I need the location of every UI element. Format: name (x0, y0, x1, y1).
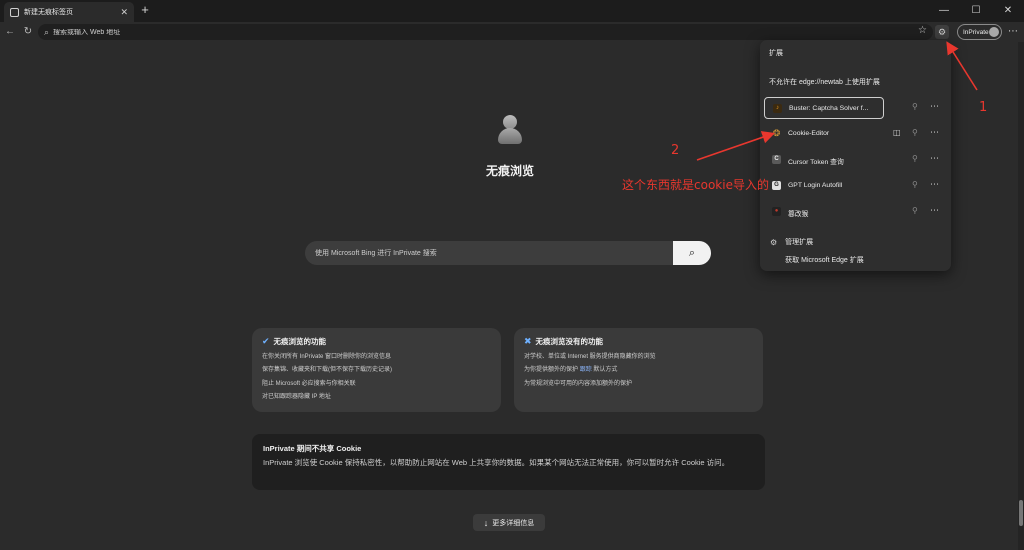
more-options-icon[interactable]: ⋯ (930, 101, 939, 112)
annotation-note: 这个东西就是cookie导入的 (622, 178, 769, 192)
extension-item-cursor-token[interactable]: C Cursor Token 查询 ⚲ ⋯ (764, 149, 947, 171)
extension-item-buster[interactable]: ♪ Buster: Captcha Solver f... (764, 97, 884, 119)
address-input[interactable] (53, 28, 854, 36)
bing-search-box[interactable] (305, 241, 711, 265)
page-title: 无痕浏览 (485, 164, 534, 178)
pin-icon[interactable]: ⚲ (912, 154, 918, 163)
extensions-panel: 扩展 不允许在 edge://newtab 上使用扩展 ♪ Buster: Ca… (760, 40, 951, 271)
sidebar-icon[interactable]: ◫ (893, 128, 901, 137)
tab-strip: 新建无痕标签页 ✕ + — ☐ ✕ (0, 0, 1024, 22)
annotation-label-2: 2 (671, 143, 680, 158)
more-info-button[interactable]: ↓ 更多详细信息 (473, 514, 545, 531)
tracking-link[interactable]: 跟踪 (580, 367, 592, 373)
checkmark-icon: ✔ (262, 336, 270, 346)
tampermonkey-icon: ● (772, 207, 781, 216)
extensions-puzzle-button[interactable]: ⚙ (935, 25, 949, 39)
tab-title: 新建无痕标签页 (24, 9, 73, 16)
search-icon: ⌕ (688, 247, 696, 259)
card-line: 阻止 Microsoft 必应搜索与你相关联 (262, 380, 356, 387)
maximize-button[interactable]: ☐ (960, 0, 992, 22)
page-scrollbar[interactable] (1018, 42, 1024, 550)
extension-name: 篡改猴 (788, 211, 809, 218)
search-icon: ⌕ (44, 26, 50, 37)
inprivate-does-card: ✔ 无痕浏览的功能 在你关闭所有 InPrivate 窗口时删除你的浏览信息 保存… (252, 328, 501, 412)
navigation-toolbar: ← ↻ ⌕ ☆ ⚙ InPrivate ⋯ (0, 22, 1024, 42)
close-window-button[interactable]: ✕ (992, 0, 1024, 22)
inprivate-tab-icon (10, 7, 19, 17)
extensions-notice: 不允许在 edge://newtab 上使用扩展 (769, 79, 880, 86)
inprivate-profile-button[interactable]: InPrivate (957, 24, 1002, 40)
pin-icon[interactable]: ⚲ (912, 128, 918, 137)
card-line: 在你关闭所有 InPrivate 窗口时删除你的浏览信息 (262, 354, 392, 360)
search-button[interactable]: ⌕ (673, 241, 711, 265)
manage-extensions-link[interactable]: ⚙ 管理扩展 (770, 237, 813, 247)
arrow-down-icon: ↓ (483, 517, 489, 528)
pin-icon[interactable]: ⚲ (912, 206, 918, 215)
extension-item-gpt-login[interactable]: G GPT Login Autofill ⚲ ⋯ (764, 175, 947, 197)
inprivate-label: InPrivate (963, 28, 989, 36)
manage-extensions-label: 管理扩展 (785, 239, 814, 246)
refresh-button[interactable]: ↻ (21, 25, 35, 39)
x-mark-icon: ✖ (524, 336, 532, 346)
get-extensions-link[interactable]: ⚙ 获取 Microsoft Edge 扩展 (770, 255, 864, 265)
get-extensions-label: 获取 Microsoft Edge 扩展 (785, 257, 864, 264)
extension-item-cookie-editor[interactable]: ❂ Cookie-Editor ◫ ⚲ ⋯ (764, 123, 947, 145)
back-button[interactable]: ← (3, 25, 17, 39)
card-line: 为常规浏览中可用的内容添加额外的保护 (524, 380, 633, 387)
close-tab-icon[interactable]: ✕ (120, 7, 128, 18)
pin-icon[interactable]: ⚲ (912, 102, 918, 111)
bing-search-input[interactable] (315, 246, 665, 260)
annotation-arrow-1 (946, 41, 978, 91)
c-letter-icon: C (772, 155, 781, 164)
scrollbar-thumb[interactable] (1019, 500, 1023, 526)
inprivate-doesnt-card: ✖ 无痕浏览没有的功能 对学校、单位或 Internet 服务提供商隐藏你的浏览 … (514, 328, 763, 412)
card-line: 保存集锦、收藏夹和下载(但不保存下载历史记录) (262, 367, 392, 374)
cookie-card-title: InPrivate 期间不共享 Cookie (263, 444, 362, 453)
cookie-info-card: InPrivate 期间不共享 Cookie InPrivate 浏览使 Coo… (252, 434, 765, 490)
minimize-button[interactable]: — (928, 0, 960, 22)
more-options-icon[interactable]: ⋯ (930, 127, 939, 138)
extension-name: Buster: Captcha Solver f... (789, 105, 869, 112)
favorite-star-icon[interactable]: ☆ (918, 25, 927, 36)
extension-name: Cookie-Editor (788, 130, 830, 137)
card-title: 无痕浏览没有的功能 (535, 337, 604, 346)
card-line: 为你提供额外的保护 跟踪 默认方式 (524, 367, 618, 374)
more-options-icon[interactable]: ⋯ (930, 205, 939, 216)
extension-name: Cursor Token 查询 (788, 159, 844, 166)
more-options-icon[interactable]: ⋯ (930, 153, 939, 164)
tab-new-inprivate[interactable]: 新建无痕标签页 ✕ (4, 2, 134, 22)
card-line: 对已知跟踪器隐藏 IP 地址 (262, 393, 331, 400)
pin-icon[interactable]: ⚲ (912, 180, 918, 189)
cookie-card-body: InPrivate 浏览使 Cookie 保持私密性，以帮助防止网站在 Web … (263, 458, 730, 467)
profile-avatar-icon (989, 27, 999, 37)
buster-icon: ♪ (773, 104, 782, 113)
gear-icon: ⚙ (770, 237, 778, 247)
more-options-icon[interactable]: ⋯ (930, 179, 939, 190)
extension-name: GPT Login Autofill (788, 182, 843, 189)
new-tab-button[interactable]: + (138, 2, 152, 18)
address-bar[interactable]: ⌕ ☆ (38, 24, 933, 40)
annotation-label-1: 1 (979, 100, 988, 115)
extension-item-tampermonkey[interactable]: ● 篡改猴 ⚲ ⋯ (764, 201, 947, 223)
extensions-panel-title: 扩展 (769, 50, 783, 57)
gpt-icon: G (772, 181, 781, 190)
more-info-label: 更多详细信息 (492, 519, 535, 527)
card-title: 无痕浏览的功能 (273, 337, 327, 346)
cookie-icon: ❂ (772, 128, 781, 138)
card-line: 对学校、单位或 Internet 服务提供商隐藏你的浏览 (524, 354, 656, 360)
inprivate-ghost-icon (496, 115, 524, 145)
more-options-icon[interactable]: ⋯ (1008, 25, 1020, 39)
